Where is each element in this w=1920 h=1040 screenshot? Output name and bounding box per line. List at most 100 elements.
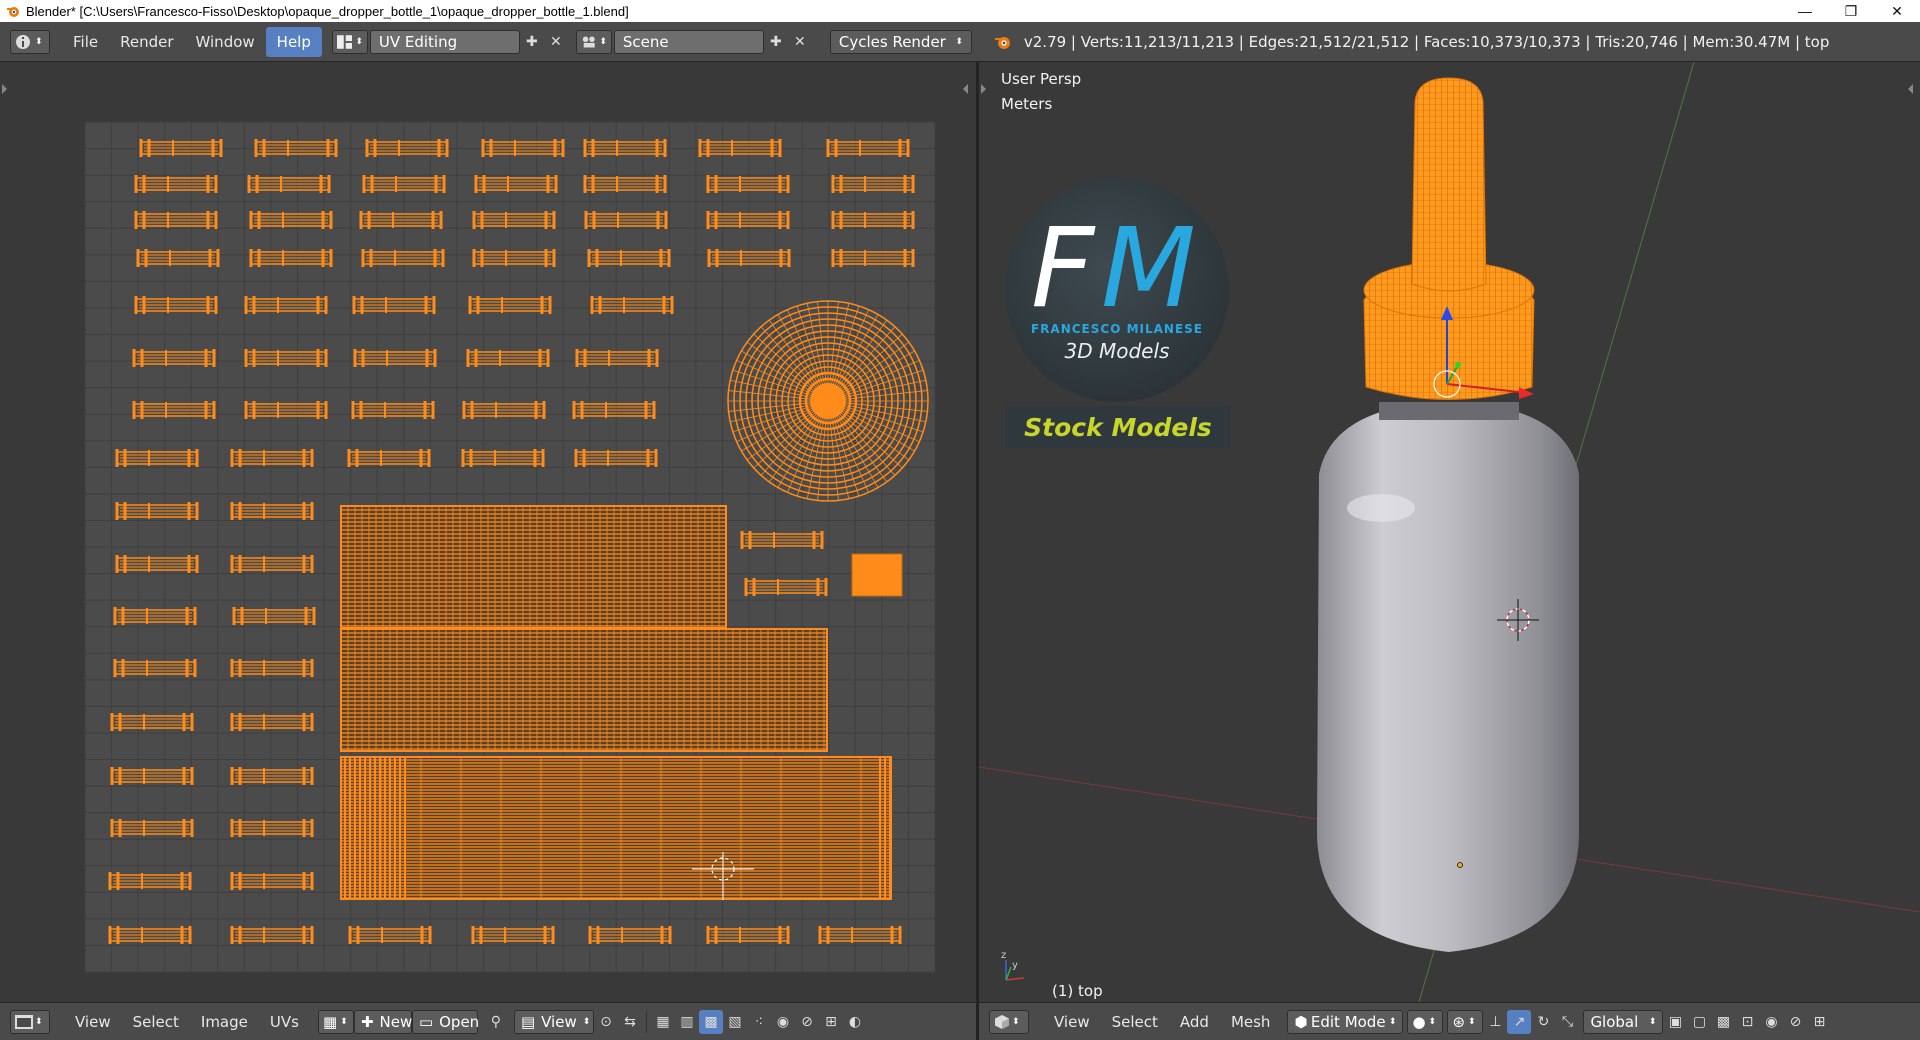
uv-island-strip[interactable] [134, 175, 218, 193]
edge-select-icon[interactable]: ▥ [675, 1010, 699, 1034]
bottle-body[interactable] [1317, 402, 1579, 952]
uv-island-strip[interactable] [110, 767, 194, 785]
uv-island-strip[interactable] [831, 175, 915, 193]
uv-island-strip[interactable] [706, 175, 790, 193]
uv-island-strip[interactable] [110, 713, 194, 731]
uv-canvas[interactable] [0, 62, 976, 1002]
uv-island-strip[interactable] [359, 211, 443, 229]
uv-island-strip[interactable] [230, 449, 314, 467]
uv-island-strip[interactable] [590, 296, 674, 314]
snap-element-icon[interactable]: ⊞ [819, 1010, 843, 1034]
pivot-dropdown[interactable]: ⊛ ⬍ [1447, 1009, 1484, 1034]
uv-island-strip[interactable] [351, 401, 435, 419]
uv-island-strip[interactable] [113, 659, 197, 677]
scene-name-field[interactable]: Scene [613, 29, 764, 54]
uv-editor-area[interactable] [0, 62, 976, 1002]
uv-island-strip[interactable] [818, 926, 902, 944]
uv-island-strip[interactable] [230, 659, 314, 677]
editor-type-info-button[interactable]: ⬍ [10, 29, 50, 54]
uv-island-strip[interactable] [247, 175, 331, 193]
uv-island-strip[interactable] [826, 139, 910, 157]
uv-menu-select[interactable]: Select [122, 1007, 190, 1037]
uv-island-strip[interactable] [352, 296, 436, 314]
image-browse-button[interactable]: ▦ ⬍ [317, 1009, 354, 1034]
uv-island-strip[interactable] [249, 249, 333, 267]
uv-island-strip[interactable] [468, 296, 552, 314]
uv-island-strip[interactable] [587, 249, 671, 267]
uv-island-strip[interactable] [365, 139, 449, 157]
uv-island-strip[interactable] [108, 926, 192, 944]
pivot-point-icon[interactable]: ⊙ [594, 1010, 618, 1034]
uv-island-strip[interactable] [230, 767, 314, 785]
uv-island-strip[interactable] [583, 139, 667, 157]
uv-island-strip[interactable] [462, 401, 546, 419]
orientation-dropdown[interactable]: Global ⬍ [1583, 1009, 1664, 1034]
minimize-icon[interactable]: — [1782, 0, 1828, 22]
uv-island-strip[interactable] [347, 449, 431, 467]
menu-file[interactable]: File [62, 27, 109, 57]
uv-island-strip[interactable] [461, 449, 545, 467]
view-mode-dropdown[interactable]: ▤ View ⬍ [513, 1009, 594, 1034]
uv-island-strip[interactable] [572, 401, 656, 419]
vp-menu-view[interactable]: View [1043, 1007, 1101, 1037]
uv-island-strip[interactable] [230, 555, 314, 573]
translate-manipulator-icon[interactable]: ↗ [1507, 1009, 1532, 1034]
viewport-canvas[interactable]: F M FRANCESCO MILANESE 3D Models Stock M… [979, 62, 1920, 1002]
uv-island-strip[interactable] [361, 249, 445, 267]
vertex-mode-icon[interactable]: ▣ [1663, 1010, 1687, 1034]
uv-island-strip[interactable] [132, 349, 216, 367]
uv-island-strip[interactable] [244, 296, 328, 314]
properties-toggle-icon[interactable] [958, 84, 968, 94]
uv-island-block-upper[interactable] [340, 505, 727, 629]
uv-island-strip[interactable] [244, 349, 328, 367]
open-image-button[interactable]: ▭ Open [411, 1009, 479, 1034]
uv-island-strip[interactable] [139, 139, 223, 157]
snap-icon[interactable]: ⊘ [1783, 1010, 1807, 1034]
pin-image-icon[interactable]: ⚲ [484, 1010, 508, 1034]
uv-island-strip[interactable] [472, 249, 556, 267]
render-preview-icon[interactable]: ◐ [843, 1010, 867, 1034]
uv-menu-image[interactable]: Image [190, 1007, 259, 1037]
uv-island-strip[interactable] [230, 926, 314, 944]
snap-element-icon[interactable]: ⊞ [1807, 1010, 1831, 1034]
uv-island-strip[interactable] [474, 175, 558, 193]
uv-island-strip[interactable] [230, 819, 314, 837]
vertex-select-icon[interactable]: ▦ [651, 1010, 675, 1034]
uv-island-strip[interactable] [134, 296, 218, 314]
manipulator-toggle-icon[interactable]: ⊥ [1483, 1010, 1507, 1034]
uv-island-strip[interactable] [707, 249, 791, 267]
render-engine-dropdown[interactable]: Cycles Render ⬍ [829, 29, 972, 54]
uv-island-strip[interactable] [115, 555, 199, 573]
remove-layout-icon[interactable]: ✕ [544, 30, 568, 54]
uv-island-strip[interactable] [230, 502, 314, 520]
sync-selection-icon[interactable]: ⇆ [618, 1010, 642, 1034]
face-select-icon[interactable]: ▩ [698, 1009, 723, 1034]
uv-island-block-middle[interactable] [340, 628, 828, 752]
shading-dropdown[interactable]: ● ⬍ [1407, 1009, 1444, 1034]
editor-type-3d-button[interactable]: ⬍ [989, 1009, 1029, 1034]
snap-icon[interactable]: ⊘ [795, 1010, 819, 1034]
occlude-geometry-icon[interactable]: ⊡ [1735, 1010, 1759, 1034]
uv-island-strip[interactable] [575, 349, 659, 367]
proportional-edit-icon[interactable]: ◉ [771, 1010, 795, 1034]
menu-window[interactable]: Window [185, 27, 266, 57]
properties-toggle-icon[interactable] [1903, 84, 1913, 94]
uv-island-strip[interactable] [744, 578, 828, 596]
uv-island-strip[interactable] [134, 211, 218, 229]
toolbar-toggle-icon[interactable] [981, 84, 991, 94]
uv-menu-view[interactable]: View [64, 1007, 122, 1037]
uv-island-strip[interactable] [831, 211, 915, 229]
new-image-button[interactable]: ✚ New [353, 1009, 412, 1034]
uv-menu-uvs[interactable]: UVs [259, 1007, 310, 1037]
vp-menu-add[interactable]: Add [1169, 1007, 1220, 1037]
screen-layout-selector[interactable]: ⬍ [331, 29, 368, 54]
sticky-selection-icon[interactable]: ⁖ [747, 1010, 771, 1034]
uv-island-strip[interactable] [362, 175, 446, 193]
uv-island-strip[interactable] [244, 401, 328, 419]
uv-island-block-lower[interactable] [340, 756, 892, 900]
uv-island-strip[interactable] [706, 926, 790, 944]
menu-help[interactable]: Help [265, 26, 322, 57]
face-mode-icon[interactable]: ▩ [1711, 1010, 1735, 1034]
uv-island-strip[interactable] [584, 211, 668, 229]
uv-island-strip[interactable] [115, 502, 199, 520]
